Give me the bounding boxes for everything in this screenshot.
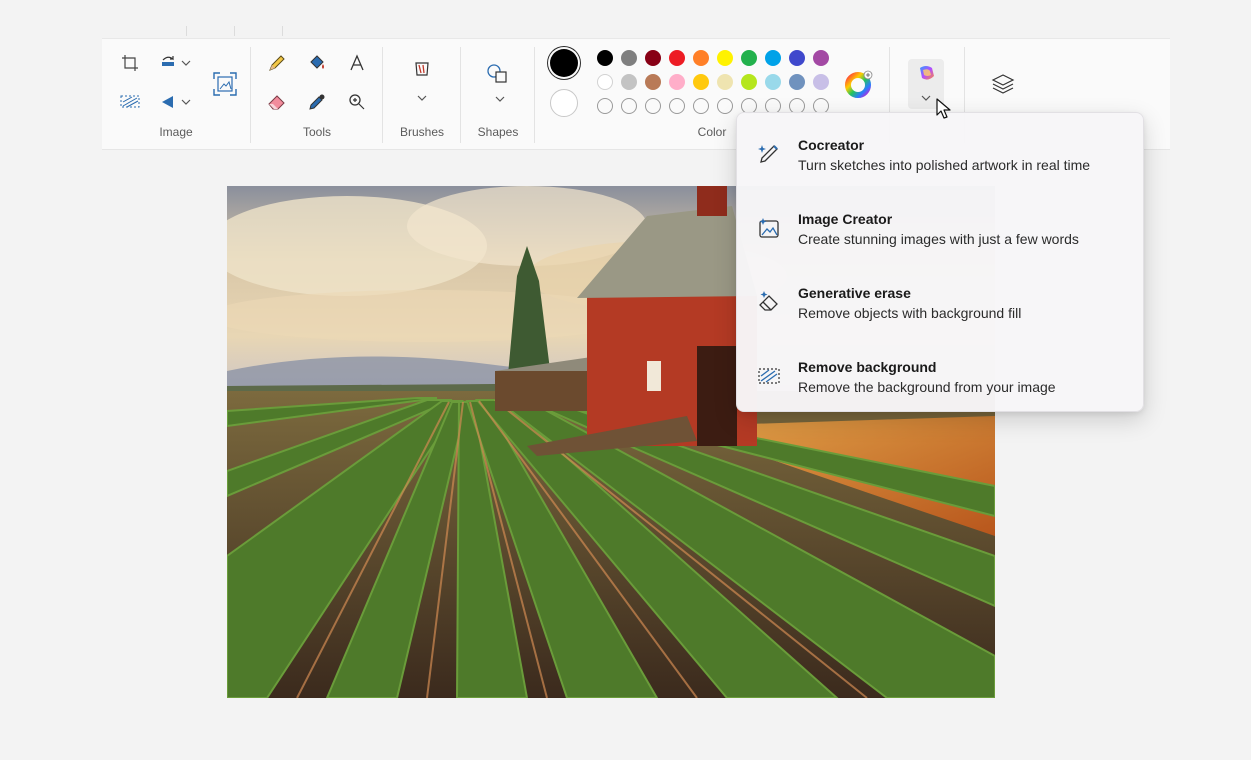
color-swatch[interactable] <box>717 74 733 90</box>
color-swatch[interactable] <box>669 50 685 66</box>
shapes-icon[interactable] <box>482 59 514 107</box>
tab-divider <box>282 26 283 36</box>
menu-item-remove-background[interactable]: Remove background Remove the background … <box>737 337 1145 411</box>
menu-item-cocreator[interactable]: Cocreator Turn sketches into polished ar… <box>737 115 1145 189</box>
brushes-group[interactable]: Brushes <box>384 39 460 151</box>
color-swatch[interactable] <box>693 50 709 66</box>
color-swatch[interactable] <box>645 50 661 66</box>
tab-divider <box>234 26 235 36</box>
text-icon[interactable] <box>341 48 373 78</box>
resize-icon[interactable] <box>208 67 242 101</box>
shapes-group[interactable]: Shapes <box>462 39 534 151</box>
custom-color-slot[interactable] <box>717 98 733 114</box>
color-swatch[interactable] <box>765 50 781 66</box>
color-swatch[interactable] <box>789 50 805 66</box>
custom-color-slot[interactable] <box>645 98 661 114</box>
tools-group-label: Tools <box>302 125 331 139</box>
pencil-icon[interactable] <box>261 48 293 78</box>
fill-bucket-icon[interactable] <box>301 48 333 78</box>
group-divider <box>460 47 461 143</box>
tab-divider <box>186 26 187 36</box>
custom-color-slot[interactable] <box>693 98 709 114</box>
custom-color-slot[interactable] <box>621 98 637 114</box>
select-icon[interactable] <box>114 87 146 117</box>
color-swatch[interactable] <box>669 74 685 90</box>
eraser-sparkle-icon <box>759 291 778 311</box>
custom-color-slot[interactable] <box>669 98 685 114</box>
group-divider <box>382 47 383 143</box>
color-swatch[interactable] <box>789 74 805 90</box>
shapes-group-label: Shapes <box>477 125 519 139</box>
color-swatch[interactable] <box>717 50 733 66</box>
mouse-cursor-icon <box>936 98 951 119</box>
color-swatch[interactable] <box>741 74 757 90</box>
menu-item-title: Image Creator <box>798 211 893 227</box>
color-swatch[interactable] <box>765 74 781 90</box>
custom-color-slot[interactable] <box>597 98 613 114</box>
group-divider <box>534 47 535 143</box>
menu-item-title: Cocreator <box>798 137 865 153</box>
color-swatch[interactable] <box>621 50 637 66</box>
crop-icon[interactable] <box>114 48 146 78</box>
layers-icon[interactable] <box>986 67 1020 101</box>
menu-item-description: Remove objects with background fill <box>798 305 1022 321</box>
copilot-menu: Cocreator Turn sketches into polished ar… <box>736 112 1144 412</box>
menu-item-image-creator[interactable]: Image Creator Create stunning images wit… <box>737 189 1145 263</box>
title-bar-area <box>0 0 1251 38</box>
group-divider <box>250 47 251 143</box>
magnifier-icon[interactable] <box>341 87 373 117</box>
color-wheel-icon[interactable] <box>842 67 876 101</box>
color-swatch[interactable] <box>621 74 637 90</box>
color-swatch[interactable] <box>813 50 829 66</box>
color-picker-icon[interactable] <box>301 87 333 117</box>
rotate-icon[interactable] <box>154 48 196 78</box>
color-swatch[interactable] <box>693 74 709 90</box>
brushes-group-label: Brushes <box>399 125 445 139</box>
image-group: Image <box>102 39 250 151</box>
flip-icon[interactable] <box>154 87 196 117</box>
eraser-icon[interactable] <box>261 87 293 117</box>
menu-item-generative-erase[interactable]: Generative erase Remove objects with bac… <box>737 263 1145 337</box>
color-swatch[interactable] <box>645 74 661 90</box>
image-sparkle-icon <box>759 218 779 238</box>
paintbrush-sparkle-icon <box>758 145 778 163</box>
tools-group: Tools <box>252 39 382 151</box>
menu-item-description: Remove the background from your image <box>798 379 1056 395</box>
menu-item-description: Turn sketches into polished artwork in r… <box>798 157 1091 173</box>
remove-background-icon <box>758 368 780 384</box>
brush-icon[interactable] <box>406 57 438 105</box>
menu-item-title: Generative erase <box>798 285 911 301</box>
secondary-color[interactable] <box>550 89 578 117</box>
menu-item-title: Remove background <box>798 359 937 375</box>
primary-color[interactable] <box>550 49 578 77</box>
color-swatch[interactable] <box>813 74 829 90</box>
color-swatch[interactable] <box>741 50 757 66</box>
image-group-label: Image <box>159 125 193 139</box>
menu-item-description: Create stunning images with just a few w… <box>798 231 1079 247</box>
color-swatch[interactable] <box>597 50 613 66</box>
color-swatch[interactable] <box>597 74 613 90</box>
